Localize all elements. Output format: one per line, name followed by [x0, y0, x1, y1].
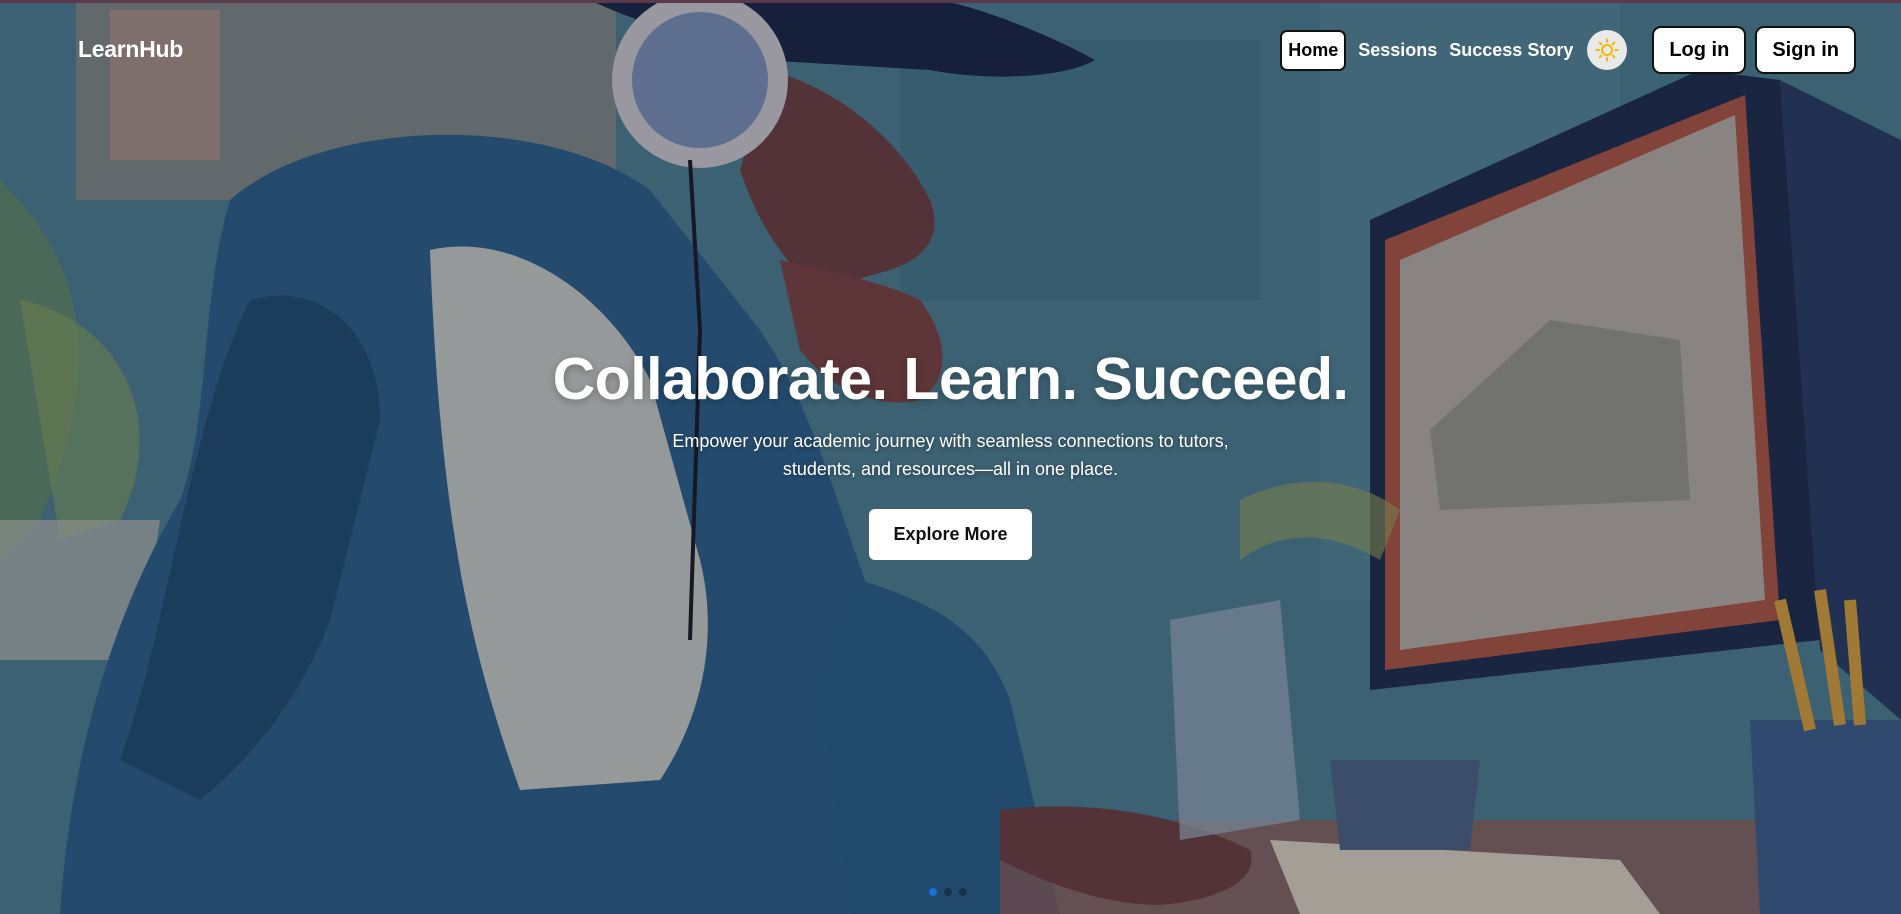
- carousel-indicators: [929, 888, 974, 896]
- hero-content: Collaborate. Learn. Succeed. Empower you…: [0, 345, 1901, 560]
- carousel-dot[interactable]: [944, 888, 952, 896]
- login-button[interactable]: Log in: [1652, 26, 1747, 74]
- signin-button[interactable]: Sign in: [1755, 26, 1856, 74]
- nav-link-success-story[interactable]: Success Story: [1449, 40, 1573, 61]
- explore-more-button[interactable]: Explore More: [869, 509, 1032, 560]
- brand-logo[interactable]: LearnHub: [78, 36, 183, 63]
- carousel-dot[interactable]: [929, 888, 937, 896]
- sun-icon: [1595, 38, 1619, 62]
- hero-subtext: Empower your academic journey with seaml…: [672, 431, 1229, 479]
- top-navigation: Home Sessions Success Story Log in Sign …: [1280, 26, 1856, 74]
- theme-toggle-button[interactable]: [1587, 30, 1628, 70]
- hero-headline: Collaborate. Learn. Succeed.: [552, 346, 1349, 412]
- top-border: [0, 0, 1901, 3]
- carousel-dot[interactable]: [959, 888, 967, 896]
- nav-link-sessions[interactable]: Sessions: [1358, 40, 1437, 61]
- nav-link-home[interactable]: Home: [1280, 29, 1347, 71]
